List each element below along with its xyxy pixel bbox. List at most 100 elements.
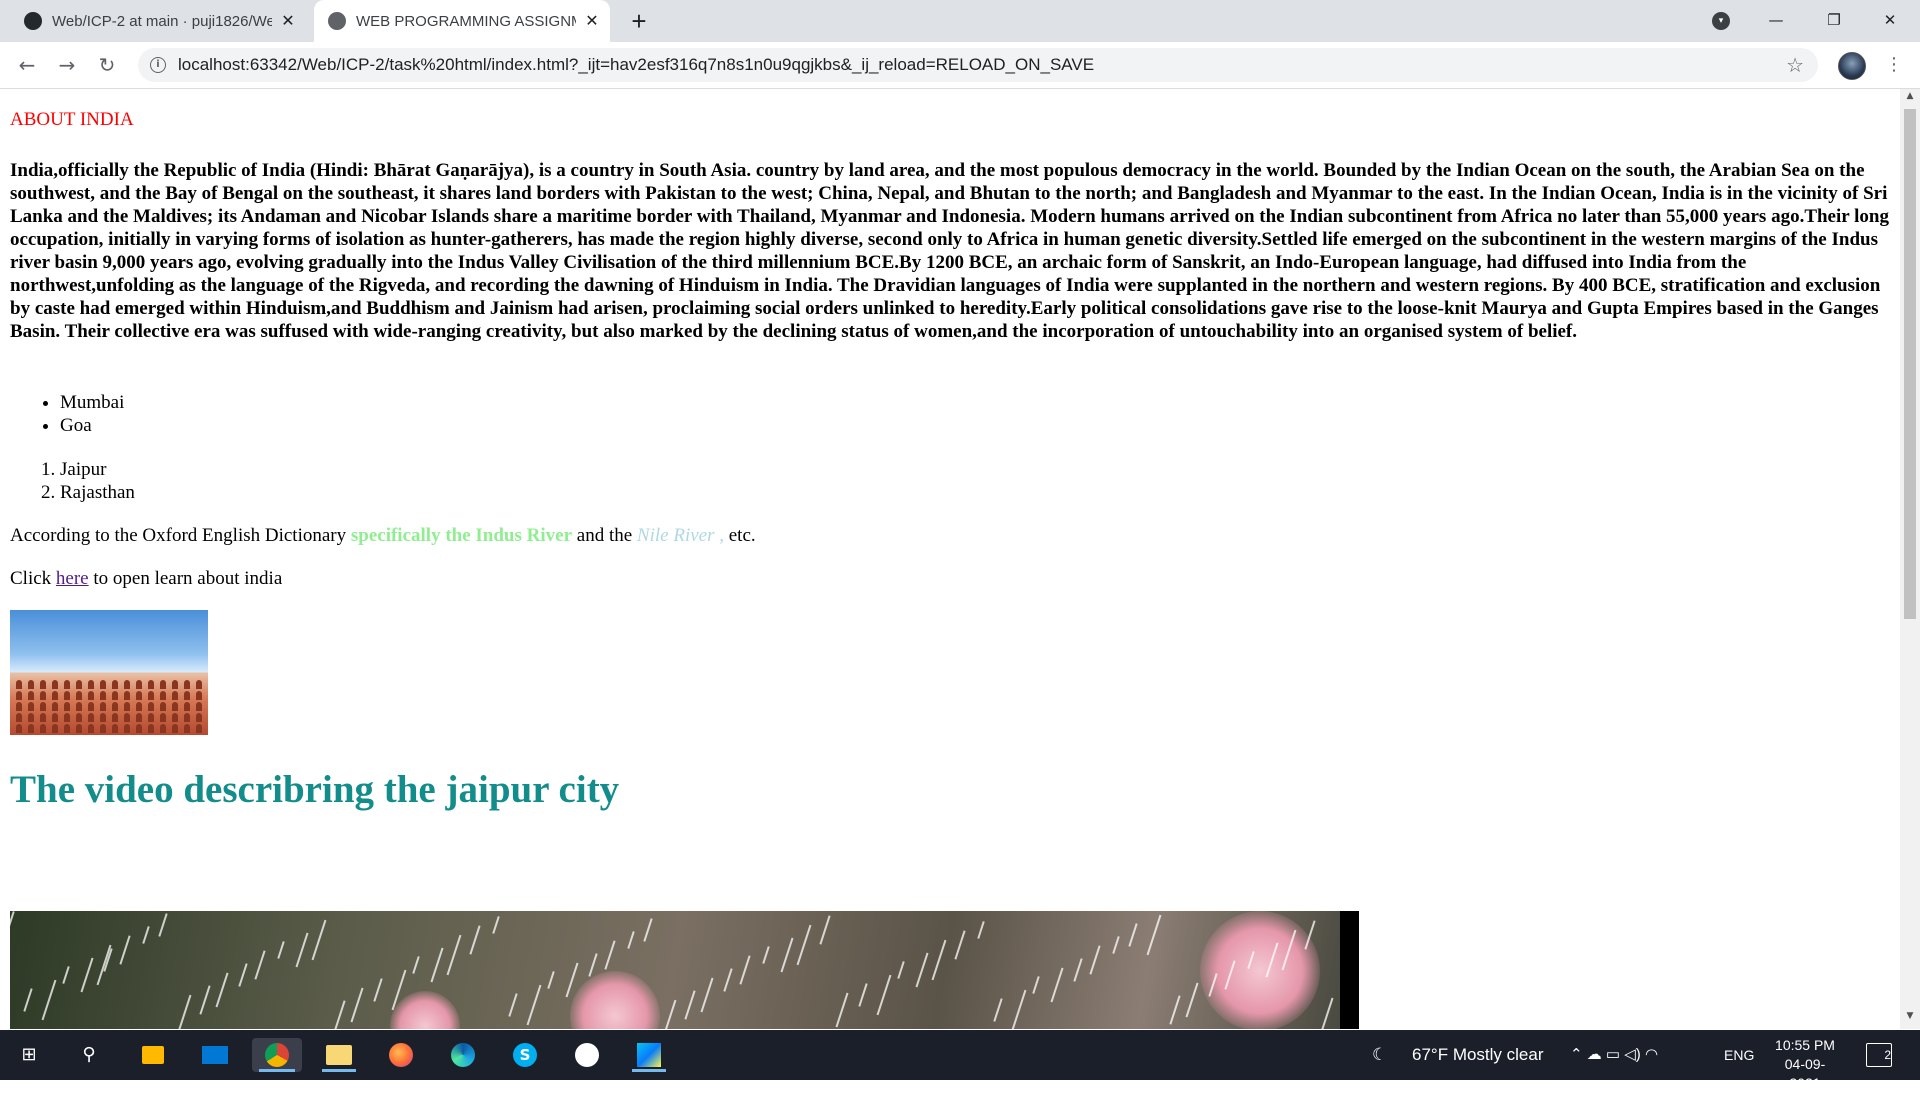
scrollbar-thumb[interactable] bbox=[1904, 109, 1916, 619]
palace-window bbox=[100, 713, 106, 722]
back-icon[interactable]: ← bbox=[12, 50, 42, 80]
palace-window bbox=[52, 713, 58, 722]
scroll-down-arrow-icon[interactable]: ▼ bbox=[1900, 1011, 1920, 1027]
close-window-button[interactable]: ✕ bbox=[1862, 0, 1918, 42]
store-icon[interactable] bbox=[136, 1038, 170, 1072]
palace-window bbox=[112, 724, 118, 733]
here-link[interactable]: here bbox=[56, 568, 89, 589]
palace-window bbox=[88, 702, 94, 711]
click-text: to open learn about india bbox=[88, 568, 283, 589]
clock-time: 10:55 PM bbox=[1775, 1037, 1835, 1053]
palace-window bbox=[124, 724, 130, 733]
windows-start-icon[interactable]: ⊞ bbox=[12, 1038, 46, 1072]
palace-window bbox=[16, 724, 22, 733]
palace-window bbox=[196, 680, 202, 689]
file-explorer-icon[interactable] bbox=[322, 1038, 356, 1072]
tab-search-icon[interactable]: ▾ bbox=[1712, 12, 1730, 30]
about-paragraph: India,officially the Republic of India (… bbox=[10, 160, 1889, 342]
palace-window bbox=[160, 680, 166, 689]
nile-river-text: Nile River , bbox=[636, 525, 724, 546]
search-icon[interactable]: ⚲ bbox=[72, 1038, 106, 1072]
palace-window bbox=[172, 702, 178, 711]
kebab-menu-icon[interactable]: ⋮ bbox=[1884, 50, 1904, 80]
video-title: The video describring the jaipur city bbox=[10, 768, 620, 811]
palace-window bbox=[136, 724, 142, 733]
oxford-sentence: According to the Oxford English Dictiona… bbox=[10, 525, 756, 547]
palace-window bbox=[64, 680, 70, 689]
list-item: Rajasthan bbox=[60, 481, 135, 504]
palace-window bbox=[148, 691, 154, 700]
new-tab-button[interactable]: + bbox=[624, 6, 654, 36]
browser-toolbar: ← → ↻ i localhost:63342/Web/ICP-2/task%2… bbox=[0, 42, 1920, 89]
notification-center-icon[interactable]: 2 bbox=[1866, 1043, 1892, 1067]
url-text[interactable]: localhost:63342/Web/ICP-2/task%20html/in… bbox=[178, 48, 1094, 82]
oxford-text: and the bbox=[572, 525, 637, 546]
github-icon bbox=[24, 12, 42, 30]
chrome-icon[interactable] bbox=[252, 1038, 302, 1072]
palace-window bbox=[76, 702, 82, 711]
palace-window bbox=[88, 680, 94, 689]
palace-window bbox=[64, 713, 70, 722]
palace-window bbox=[16, 691, 22, 700]
jaipur-video[interactable] bbox=[10, 911, 1359, 1029]
weather-icon[interactable]: ☾ bbox=[1372, 1030, 1387, 1080]
close-icon[interactable]: ✕ bbox=[582, 11, 602, 31]
video-frame bbox=[10, 911, 1340, 1029]
palace-window bbox=[136, 713, 142, 722]
active-indicator bbox=[259, 1069, 295, 1072]
close-icon[interactable]: ✕ bbox=[278, 11, 298, 31]
tab-assignment[interactable]: WEB PROGRAMMING ASSIGNME ✕ bbox=[314, 0, 610, 42]
mail-icon[interactable] bbox=[198, 1038, 232, 1072]
palace-window bbox=[40, 680, 46, 689]
palace-window bbox=[136, 691, 142, 700]
address-bar[interactable]: i localhost:63342/Web/ICP-2/task%20html/… bbox=[138, 48, 1818, 82]
edge-icon[interactable] bbox=[446, 1038, 480, 1072]
skype-icon[interactable]: S bbox=[508, 1038, 542, 1072]
tray-icons[interactable]: ⌃ ☁ ▭ ◁) ◠ bbox=[1570, 1030, 1658, 1080]
tab-github[interactable]: Web/ICP-2 at main · puji1826/We ✕ bbox=[10, 0, 310, 42]
browser-tab-strip: Web/ICP-2 at main · puji1826/We ✕ WEB PR… bbox=[0, 0, 1920, 42]
forward-icon[interactable]: → bbox=[52, 50, 82, 80]
webstorm-icon[interactable] bbox=[632, 1038, 666, 1072]
palace-window bbox=[76, 680, 82, 689]
palace-window bbox=[16, 680, 22, 689]
palace-window bbox=[184, 702, 190, 711]
firefox-icon[interactable] bbox=[384, 1038, 418, 1072]
palace-window bbox=[100, 680, 106, 689]
weather-text[interactable]: 67°F Mostly clear bbox=[1412, 1030, 1544, 1080]
whatsapp-icon[interactable] bbox=[570, 1038, 604, 1072]
language-indicator[interactable]: ENG bbox=[1724, 1030, 1754, 1080]
click-line: Click here to open learn about india bbox=[10, 568, 282, 590]
profile-avatar[interactable] bbox=[1838, 52, 1866, 80]
palace-window bbox=[52, 691, 58, 700]
palace-window bbox=[16, 713, 22, 722]
tab-title: WEB PROGRAMMING ASSIGNME bbox=[356, 12, 576, 30]
site-info-icon[interactable]: i bbox=[150, 57, 166, 73]
clock[interactable]: 10:55 PM 04-09-2021 bbox=[1770, 1036, 1840, 1093]
palace-window bbox=[88, 691, 94, 700]
notification-count: 2 bbox=[1884, 1048, 1891, 1062]
scroll-up-arrow-icon[interactable]: ▲ bbox=[1900, 91, 1920, 107]
bookmark-star-icon[interactable]: ☆ bbox=[1786, 48, 1804, 82]
active-indicator bbox=[632, 1069, 666, 1072]
palace-window bbox=[112, 691, 118, 700]
reload-icon[interactable]: ↻ bbox=[92, 50, 122, 80]
palace-window bbox=[172, 680, 178, 689]
palace-window bbox=[100, 702, 106, 711]
palace-window bbox=[112, 702, 118, 711]
page-scrollbar[interactable]: ▲ ▼ bbox=[1900, 89, 1920, 1029]
palace-window bbox=[76, 713, 82, 722]
palace-window bbox=[76, 691, 82, 700]
web-page: ABOUT INDIA India,officially the Republi… bbox=[0, 89, 1900, 1029]
palace-window bbox=[196, 713, 202, 722]
palace-window bbox=[40, 713, 46, 722]
list-item: Jaipur bbox=[60, 458, 135, 481]
palace-window bbox=[160, 724, 166, 733]
tab-title: Web/ICP-2 at main · puji1826/We bbox=[52, 12, 272, 30]
palace-window bbox=[148, 713, 154, 722]
palace-window bbox=[148, 702, 154, 711]
minimize-button[interactable]: — bbox=[1748, 0, 1804, 42]
palace-window bbox=[124, 702, 130, 711]
palace-window bbox=[28, 680, 34, 689]
restore-button[interactable]: ❐ bbox=[1806, 0, 1862, 42]
